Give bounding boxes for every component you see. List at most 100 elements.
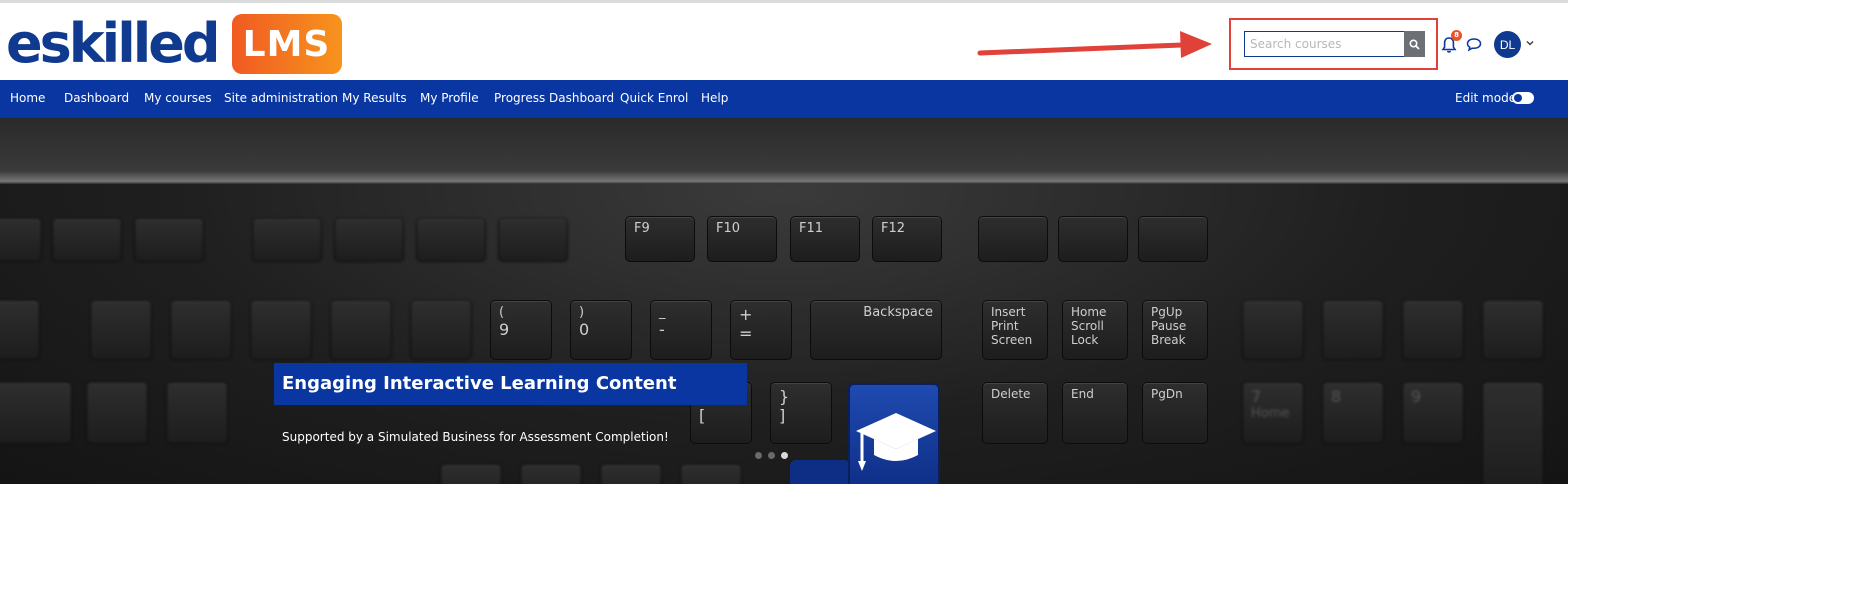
keyboard-key-backspace: Backspace [810, 300, 942, 360]
nav-item-help[interactable]: Help [701, 91, 728, 105]
key-shift-label: ( [499, 305, 505, 320]
graduation-cap-icon [856, 413, 936, 471]
key-label: Pause [1151, 319, 1187, 333]
key-main-label: 8 [1331, 387, 1342, 406]
key-label: PgUp [1151, 305, 1183, 319]
keyboard-key [410, 300, 472, 360]
key-label: Insert [991, 305, 1026, 319]
logo-lms-badge: LMS [231, 14, 342, 74]
search-button[interactable] [1404, 31, 1425, 57]
search-input[interactable] [1244, 31, 1405, 57]
carousel-indicator[interactable] [768, 452, 775, 459]
key-label: Home [1071, 305, 1107, 319]
key-main-label: 9 [1411, 387, 1422, 406]
keyboard-key-end: End [1062, 382, 1128, 444]
nav-item-dashboard[interactable]: Dashboard [64, 91, 129, 105]
key-shift-label: ) [579, 305, 585, 320]
keyboard-edge [0, 118, 1568, 184]
keyboard-key-home: Home Scroll Lock [1062, 300, 1128, 360]
nav-item-site-administration[interactable]: Site administration [224, 91, 338, 105]
keyboard-key [1482, 382, 1544, 484]
keyboard-key [0, 300, 40, 360]
key-main-label: 9 [499, 320, 510, 339]
keyboard-key [250, 300, 312, 360]
keyboard-key [134, 218, 204, 262]
keyboard-key [1322, 300, 1384, 360]
keyboard-key [0, 382, 72, 444]
keyboard-key [1242, 300, 1304, 360]
keyboard-key [330, 300, 392, 360]
keyboard-key [0, 218, 42, 262]
site-logo[interactable]: eskilled LMS [6, 13, 342, 75]
carousel-indicator[interactable] [755, 452, 762, 459]
key-main-label: - [659, 320, 665, 339]
key-label: Lock [1071, 333, 1099, 347]
key-main-label: ] [779, 406, 786, 425]
key-shift-label: } [779, 387, 790, 406]
key-sub-label: Home [1251, 406, 1290, 421]
nav-item-my-profile[interactable]: My Profile [420, 91, 479, 105]
edit-mode-toggle[interactable] [1512, 92, 1534, 104]
keyboard-key-pgup: PgUp Pause Break [1142, 300, 1208, 360]
keyboard-key-numpad-9: 9 [1402, 382, 1464, 444]
keyboard-key-blue [790, 460, 850, 484]
keyboard-key [90, 300, 152, 360]
nav-item-quick-enrol[interactable]: Quick Enrol [620, 91, 688, 105]
keyboard-key [680, 464, 742, 484]
key-main-label: [ [699, 406, 706, 425]
keyboard-key [334, 218, 404, 262]
key-label: Print [991, 319, 1019, 333]
primary-navigation: Home Dashboard My courses Site administr… [0, 80, 1568, 118]
nav-item-my-courses[interactable]: My courses [144, 91, 212, 105]
messages-icon[interactable] [1466, 37, 1482, 52]
keyboard-key [170, 300, 232, 360]
keyboard-key [166, 382, 228, 444]
user-avatar[interactable]: DL [1494, 31, 1521, 58]
key-shift-label: _ [659, 305, 666, 320]
carousel-indicators [755, 452, 788, 459]
key-shift-label: + [739, 305, 753, 324]
keyboard-key-insert: Insert Print Screen [982, 300, 1048, 360]
logo-wordmark: eskilled [6, 12, 220, 75]
edit-mode-label: Edit mode [1455, 91, 1517, 105]
keyboard-key-f12: F12 [872, 216, 942, 262]
keyboard-key-numpad-7: 7 Home [1242, 382, 1304, 444]
site-header: eskilled LMS 8 DL [0, 0, 1568, 80]
search-icon [1409, 38, 1420, 50]
key-label: Break [1151, 333, 1186, 347]
key-label: Screen [991, 333, 1033, 347]
keyboard-key-0: ) 0 [570, 300, 632, 360]
keyboard-key-graduation [848, 383, 940, 484]
keyboard-key-pgdn: PgDn [1142, 382, 1208, 444]
page: eskilled LMS 8 DL Home D [0, 0, 1568, 484]
keyboard-key [600, 464, 662, 484]
keyboard-key-minus: _ - [650, 300, 712, 360]
hero-carousel: F9 F10 F11 F12 ( 9 ) 0 _ - + = Backspace [0, 118, 1568, 484]
nav-item-progress-dashboard[interactable]: Progress Dashboard [494, 91, 614, 105]
keyboard-key [520, 464, 582, 484]
keyboard-key-mute [978, 216, 1048, 262]
notification-count-badge: 8 [1451, 30, 1462, 41]
chevron-down-icon[interactable] [1526, 39, 1534, 47]
keyboard-key-volume-up [1138, 216, 1208, 262]
keyboard-key-delete: Delete [982, 382, 1048, 444]
keyboard-key-numpad-8: 8 [1322, 382, 1384, 444]
key-main-label: 0 [579, 320, 590, 339]
key-main-label: = [739, 324, 753, 343]
keyboard-key-f11: F11 [790, 216, 860, 262]
keyboard-key-f10: F10 [707, 216, 777, 262]
carousel-indicator-active[interactable] [781, 452, 788, 459]
keyboard-key-equals: + = [730, 300, 792, 360]
keyboard-key [440, 464, 502, 484]
nav-item-my-results[interactable]: My Results [342, 91, 407, 105]
carousel-caption-title: Engaging Interactive Learning Content [274, 363, 747, 405]
keyboard-key [252, 218, 322, 262]
keyboard-key [1402, 300, 1464, 360]
carousel-caption-subtitle: Supported by a Simulated Business for As… [282, 430, 669, 444]
keyboard-key [416, 218, 486, 262]
annotation-arrow-icon [977, 31, 1212, 58]
keyboard-key-volume-down [1058, 216, 1128, 262]
key-main-label: 7 [1251, 387, 1262, 406]
key-label: Scroll [1071, 319, 1104, 333]
nav-item-home[interactable]: Home [10, 91, 45, 105]
